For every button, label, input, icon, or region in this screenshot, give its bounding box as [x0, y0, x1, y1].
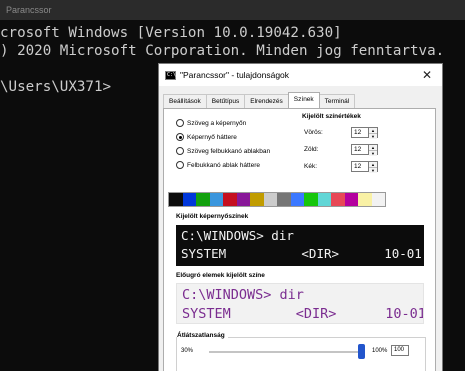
radio-button-checked[interactable]: [176, 133, 184, 141]
color-swatch[interactable]: [317, 193, 331, 206]
radio-screen-background[interactable]: Képernyő háttere: [176, 133, 237, 141]
console-app-icon: C:\: [165, 70, 177, 80]
blue-value-row: Kék: 12 ▲ ▼: [304, 161, 378, 173]
radio-label: Szöveg a képernyőn: [187, 119, 247, 127]
color-swatch[interactable]: [209, 193, 223, 206]
radio-popup-text[interactable]: Szöveg felbukkanó ablakban: [176, 147, 270, 155]
color-swatch[interactable]: [331, 193, 345, 206]
preview-line: SYSTEM <DIR> 10-01: [182, 306, 424, 322]
opacity-input[interactable]: 100: [391, 345, 409, 356]
color-swatch[interactable]: [182, 193, 196, 206]
selected-color-values-label: Kijelölt színértékek: [302, 113, 361, 120]
chevron-down-icon[interactable]: ▼: [369, 168, 377, 173]
tab-font[interactable]: Betűtípus: [205, 94, 246, 108]
radio-label: Szöveg felbukkanó ablakban: [187, 147, 271, 155]
dialog-title: "Parancssor" - tulajdonságok: [180, 70, 290, 80]
red-input[interactable]: 12: [351, 127, 369, 138]
opacity-slider-track[interactable]: [209, 351, 363, 353]
console-line: crosoft Windows [Version 10.0.19042.630]: [0, 25, 342, 41]
tab-settings[interactable]: Beállítások: [163, 94, 207, 108]
close-icon[interactable]: ✕: [422, 68, 432, 82]
screen-colors-label: Kijelölt képernyőszínek: [176, 213, 249, 220]
color-swatch[interactable]: [263, 193, 277, 206]
green-input[interactable]: 12: [351, 144, 369, 155]
red-stepper[interactable]: ▲ ▼: [369, 127, 378, 139]
color-swatch[interactable]: [236, 193, 250, 206]
color-swatch[interactable]: [223, 193, 237, 206]
popup-colors-label: Előugró elemek kijelölt színe: [176, 272, 265, 279]
radio-screen-text[interactable]: Szöveg a képernyőn: [176, 119, 246, 127]
radio-label: Képernyő háttere: [187, 133, 237, 141]
color-swatch[interactable]: [290, 193, 304, 206]
tab-terminal[interactable]: Terminál: [318, 94, 356, 108]
console-prompt: \Users\UX371>: [0, 79, 112, 95]
blue-input[interactable]: 12: [351, 161, 369, 172]
console-line: ) 2020 Microsoft Corporation. Minden jog…: [0, 43, 445, 59]
console-title: Parancssor: [6, 5, 52, 15]
opacity-label: Átlátszatlanság: [177, 332, 228, 339]
colors-panel: Szöveg a képernyőn Képernyő háttere Szöv…: [163, 108, 436, 371]
green-label: Zöld:: [304, 146, 319, 153]
color-swatch[interactable]: [196, 193, 210, 206]
color-swatch[interactable]: [344, 193, 358, 206]
properties-dialog: C:\ "Parancssor" - tulajdonságok ✕ Beáll…: [158, 63, 443, 371]
screen-colors-preview: C:\WINDOWS> dir SYSTEM <DIR> 10-01: [176, 225, 424, 266]
blue-label: Kék:: [304, 163, 318, 170]
color-swatch[interactable]: [371, 193, 385, 206]
dialog-title-bar: C:\ "Parancssor" - tulajdonságok ✕: [159, 64, 442, 86]
radio-label: Felbukkanó ablak háttere: [187, 161, 260, 169]
popup-colors-preview: C:\WINDOWS> dir SYSTEM <DIR> 10-01: [176, 283, 424, 324]
tab-colors[interactable]: Színek: [287, 92, 320, 108]
opacity-slider-thumb[interactable]: [358, 344, 365, 359]
opacity-min-label: 30%: [181, 348, 194, 354]
radio-button[interactable]: [176, 147, 184, 155]
chevron-down-icon[interactable]: ▼: [369, 151, 377, 156]
tab-layout[interactable]: Elrendezés: [244, 94, 289, 108]
radio-button[interactable]: [176, 161, 184, 169]
color-swatch[interactable]: [277, 193, 291, 206]
opacity-max-label: 100%: [372, 348, 388, 354]
red-label: Vörös:: [304, 129, 323, 136]
console-title-bar: Parancssor: [0, 0, 465, 20]
red-value-row: Vörös: 12 ▲ ▼: [304, 127, 378, 139]
preview-line: C:\WINDOWS> dir: [181, 228, 294, 243]
preview-line: C:\WINDOWS> dir: [182, 287, 304, 303]
opacity-group: Átlátszatlanság 30% 100% 100: [176, 332, 426, 371]
tab-bar: Beállítások Betűtípus Elrendezés Színek …: [163, 92, 356, 108]
blue-stepper[interactable]: ▲ ▼: [369, 161, 378, 173]
radio-popup-background[interactable]: Felbukkanó ablak háttere: [176, 161, 260, 169]
color-swatch[interactable]: [169, 193, 183, 206]
color-swatch[interactable]: [304, 193, 318, 206]
radio-button[interactable]: [176, 119, 184, 127]
chevron-down-icon[interactable]: ▼: [369, 134, 377, 139]
color-swatch[interactable]: [358, 193, 372, 206]
green-value-row: Zöld: 12 ▲ ▼: [304, 144, 378, 156]
color-palette: [168, 192, 386, 207]
preview-line: SYSTEM <DIR> 10-01: [181, 246, 422, 261]
green-stepper[interactable]: ▲ ▼: [369, 144, 378, 156]
color-swatch[interactable]: [250, 193, 264, 206]
